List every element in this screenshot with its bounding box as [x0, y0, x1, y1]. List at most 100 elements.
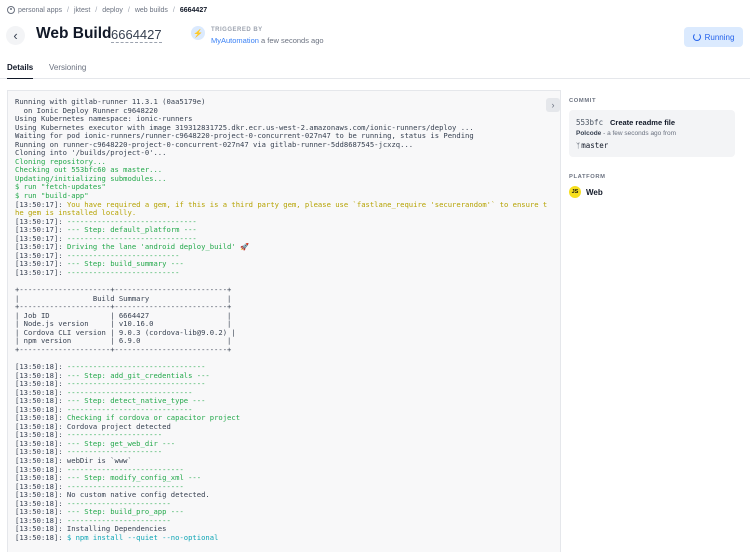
log-text: he gem is installed locally.	[15, 209, 137, 218]
log-text: Using Kubernetes namespace: ionic-runner…	[15, 115, 193, 124]
log-line: [13:50:18]: --- Step: get_web_dir ---	[15, 440, 560, 449]
log-text: Cloning repository...	[15, 157, 106, 166]
platform-heading: PLATFORM	[569, 174, 606, 180]
log-text: --------------------------	[66, 251, 180, 260]
commit-time: - a few seconds ago from	[603, 130, 677, 137]
log-timestamp: [13:50:17]:	[15, 251, 67, 260]
log-text: --- Step: modify_config_xml ---	[66, 474, 202, 483]
log-line: [13:50:18]: ------------------------	[15, 517, 560, 526]
log-text: Running on runner-c9648220-project-0-con…	[15, 140, 414, 149]
log-text: --------------------------------	[66, 362, 206, 371]
back-button[interactable]: ‹	[6, 26, 25, 45]
log-line: [13:50:17]: --- Step: build_summary ---	[15, 260, 560, 269]
log-text: [13:50:18]: webDir is `www`	[15, 456, 132, 465]
commit-sha[interactable]: 553bfc	[576, 118, 603, 127]
log-text: [13:50:18]: Installing Dependencies	[15, 525, 167, 534]
log-timestamp: [13:50:17]:	[15, 226, 67, 235]
tab-details[interactable]: Details	[7, 63, 34, 79]
platform-name: Web	[586, 187, 603, 197]
commit-meta: Polcode - a few seconds ago from	[576, 130, 676, 137]
log-timestamp: [13:50:18]:	[15, 371, 67, 380]
log-text: | Job ID | 6664427 |	[15, 311, 232, 320]
trigger-automation-link[interactable]: MyAutomation	[211, 36, 259, 45]
lightning-icon: ⚡	[191, 26, 205, 40]
log-text: Running with gitlab-runner 11.3.1 (0aa51…	[15, 98, 206, 106]
log-line: [13:50:18]: --- Step: add_git_credential…	[15, 372, 560, 381]
log-timestamp: [13:50:17]:	[15, 260, 67, 269]
log-line: | Job ID | 6664427 |	[15, 312, 560, 321]
log-line: | npm version | 6.9.0 |	[15, 337, 560, 346]
log-line: Checking out 553bfc60 as master...	[15, 166, 560, 175]
log-line: [13:50:17]: You have required a gem, if …	[15, 201, 560, 210]
log-timestamp: [13:50:18]:	[15, 405, 67, 414]
log-line: [13:50:18]: Installing Dependencies	[15, 525, 560, 534]
breadcrumb-separator: /	[95, 6, 98, 14]
log-line: [13:50:18]: ------------------------	[15, 500, 560, 509]
log-line: [13:50:18]: ---------------------------	[15, 483, 560, 492]
log-text: ------------------------	[66, 499, 171, 508]
log-line: +---------------------+-----------------…	[15, 303, 560, 312]
javascript-icon: JS	[569, 186, 581, 198]
log-line: [13:50:18]: webDir is `www`	[15, 457, 560, 466]
log-line: +---------------------+-----------------…	[15, 286, 560, 295]
log-line: Cloning into '/builds/project-0'...	[15, 149, 560, 158]
log-text: --- Step: add_git_credentials ---	[66, 371, 210, 380]
log-timestamp: [13:50:17]:	[15, 200, 67, 209]
log-line: [13:50:18]: ----------------------------…	[15, 363, 560, 372]
breadcrumb-web-builds[interactable]: web builds	[135, 7, 168, 14]
log-text: ------------------------	[66, 516, 171, 525]
log-line: | Cordova CLI version | 9.0.3 (cordova-l…	[15, 329, 560, 338]
branch-icon: ᛉ	[576, 141, 581, 150]
log-text: +---------------------+-----------------…	[15, 303, 232, 312]
commit-card[interactable]: 553bfc Create readme file Polcode - a fe…	[569, 110, 735, 157]
log-text: $ run "fetch-updates"	[15, 183, 106, 192]
tab-versioning[interactable]: Versioning	[49, 63, 86, 79]
log-text: ------------------------------	[66, 234, 197, 243]
build-log-panel[interactable]: Running with gitlab-runner 11.3.1 (0aa51…	[7, 90, 561, 552]
log-line: [13:50:17]: ----------------------------…	[15, 218, 560, 227]
log-line: [13:50:18]: Cordova project detected	[15, 423, 560, 432]
log-line: [13:50:18]: --- Step: modify_config_xml …	[15, 474, 560, 483]
log-timestamp: [13:50:18]:	[15, 474, 67, 483]
commit-message: Create readme file	[610, 118, 676, 127]
log-text: --- Step: build_summary ---	[66, 260, 184, 269]
expand-log-button[interactable]: ›	[546, 98, 560, 112]
log-timestamp: [13:50:18]:	[15, 533, 67, 542]
breadcrumb: personal apps / jktest / deploy / web bu…	[7, 4, 207, 16]
log-text: [13:50:18]: Cordova project detected	[15, 422, 171, 431]
log-text: --------------------------------	[66, 380, 206, 389]
breadcrumb-separator: /	[127, 6, 130, 14]
log-text: | Cordova CLI version | 9.0.3 (cordova-l…	[15, 328, 236, 337]
build-number[interactable]: 6664427	[111, 27, 162, 43]
log-timestamp: [13:50:17]:	[15, 243, 67, 252]
log-line: [13:50:18]: ----------------------------…	[15, 380, 560, 389]
log-line: Using Kubernetes namespace: ionic-runner…	[15, 115, 560, 124]
log-line: | Build Summary |	[15, 295, 560, 304]
breadcrumb-personal-apps[interactable]: personal apps	[18, 7, 62, 14]
log-timestamp: [13:50:18]:	[15, 516, 67, 525]
log-text: --------------------------	[66, 268, 180, 277]
log-line: on Ionic Deploy Runner c9648220	[15, 107, 560, 116]
log-line: [13:50:17]: ----------------------------…	[15, 235, 560, 244]
breadcrumb-deploy[interactable]: deploy	[102, 7, 123, 14]
log-line	[15, 277, 560, 286]
breadcrumb-jktest[interactable]: jktest	[74, 7, 90, 14]
commit-branch[interactable]: ᛉ master	[576, 141, 608, 150]
trigger-info: MyAutomation a few seconds ago	[211, 36, 324, 45]
log-text: Updating/initializing submodules...	[15, 174, 167, 183]
log-line: Running on runner-c9648220-project-0-con…	[15, 141, 560, 150]
log-text: --- Step: build_pro_app ---	[66, 508, 184, 517]
log-line: [13:50:18]: $ npm install --quiet --no-o…	[15, 534, 560, 543]
log-text: Checking out 553bfc60 as master...	[15, 166, 163, 175]
log-line: [13:50:18]: ----------------------	[15, 431, 560, 440]
platform-info: JS Web	[569, 186, 603, 198]
log-text: | Build Summary |	[15, 294, 232, 303]
status-running-button[interactable]: Running	[684, 27, 743, 47]
log-timestamp: [13:50:18]:	[15, 414, 67, 423]
log-timestamp: [13:50:17]:	[15, 234, 67, 243]
log-text: Checking if cordova or capacitor project	[66, 414, 241, 423]
log-timestamp: [13:50:18]:	[15, 362, 67, 371]
log-text: Driving the lane 'android deploy_build' …	[66, 243, 249, 252]
